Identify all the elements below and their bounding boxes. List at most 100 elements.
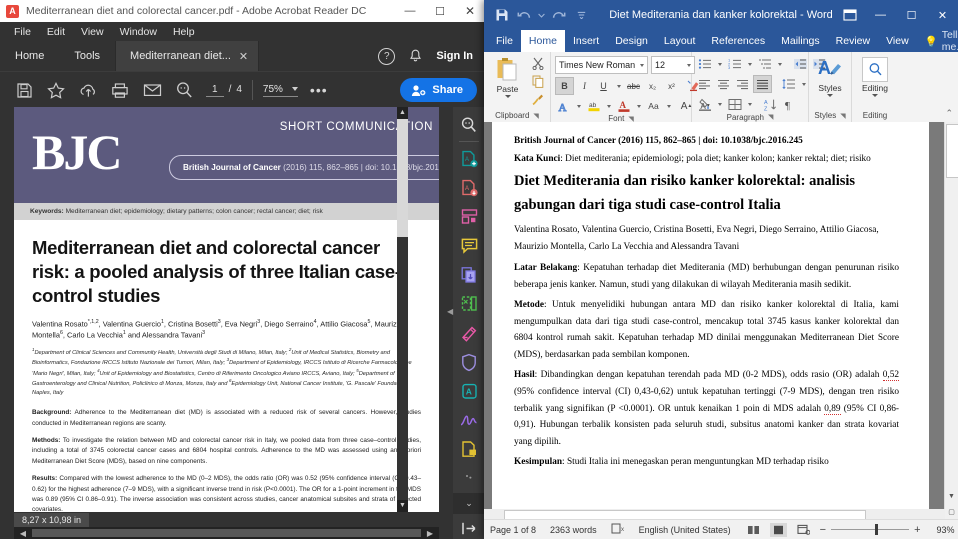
- maximize-button[interactable]: ☐: [896, 0, 927, 30]
- chevron-down-icon[interactable]: [775, 56, 784, 72]
- upload-to-cloud-icon[interactable]: [72, 75, 104, 105]
- collapse-ribbon-button[interactable]: ⌃: [945, 108, 953, 119]
- email-icon[interactable]: [136, 75, 168, 105]
- tell-me-search[interactable]: 💡 Tell me...: [917, 29, 958, 53]
- save-icon[interactable]: [491, 5, 512, 26]
- decrease-indent-icon[interactable]: [792, 56, 809, 72]
- paste-button[interactable]: Paste: [488, 55, 527, 98]
- underline-button[interactable]: U: [595, 78, 612, 94]
- add-to-favorites-icon[interactable]: [40, 75, 72, 105]
- read-mode-icon[interactable]: [745, 523, 762, 537]
- menu-item-window[interactable]: Window: [112, 26, 165, 38]
- customize-qat-icon[interactable]: [571, 5, 592, 26]
- sign-in-button[interactable]: Sign In: [436, 50, 473, 62]
- align-center-icon[interactable]: [715, 76, 732, 92]
- status-word-count[interactable]: 2363 words: [550, 525, 597, 535]
- scroll-down-icon[interactable]: ▼: [397, 500, 408, 512]
- underline-options-chevron-icon[interactable]: [614, 78, 623, 94]
- font-family-input[interactable]: Times New Roman: [555, 56, 648, 74]
- page-number-input[interactable]: 1: [206, 84, 224, 97]
- chevron-down-icon[interactable]: [715, 56, 724, 72]
- fill-and-sign-icon[interactable]: [455, 406, 483, 435]
- create-pdf-icon[interactable]: A: [455, 145, 483, 174]
- help-icon[interactable]: ?: [378, 47, 396, 65]
- tab-layout[interactable]: Layout: [656, 30, 704, 52]
- dialog-launcher-icon[interactable]: ◥: [533, 112, 538, 120]
- word-vertical-scrollbar[interactable]: ▼ ▢: [944, 122, 958, 520]
- collapse-rail-button[interactable]: ⌄: [453, 492, 485, 515]
- close-button[interactable]: ✕: [927, 0, 958, 30]
- italic-button[interactable]: I: [576, 78, 593, 94]
- status-page[interactable]: Page 1 of 8: [490, 525, 536, 535]
- expand-panel-button[interactable]: [453, 514, 485, 539]
- bell-icon[interactable]: [409, 49, 422, 63]
- chevron-down-icon[interactable]: [715, 96, 724, 112]
- tab-references[interactable]: References: [703, 30, 773, 52]
- font-size-input[interactable]: 12: [651, 56, 695, 74]
- share-button[interactable]: Share: [400, 78, 477, 102]
- search-tool-icon[interactable]: [455, 111, 483, 140]
- chevron-down-icon[interactable]: [574, 98, 583, 114]
- select-browse-object-icon[interactable]: ▢: [945, 505, 958, 520]
- menu-item-edit[interactable]: Edit: [39, 26, 73, 38]
- line-spacing-icon[interactable]: [780, 76, 797, 92]
- change-case-button[interactable]: Aa: [645, 98, 662, 114]
- tab-review[interactable]: Review: [828, 30, 878, 52]
- chevron-down-icon[interactable]: [504, 95, 511, 98]
- dialog-launcher-icon[interactable]: ◥: [768, 113, 773, 121]
- undo-icon[interactable]: [514, 5, 535, 26]
- pdf-page[interactable]: SHORT COMMUNICATION BJC British Journal …: [14, 107, 439, 512]
- word-page[interactable]: British Journal of Cancer (2016) 115, 86…: [492, 122, 929, 520]
- pdf-scroll-track[interactable]: [397, 237, 408, 500]
- shading-icon[interactable]: [696, 96, 713, 112]
- more-tools-icon[interactable]: [455, 464, 483, 493]
- chevron-down-icon[interactable]: [664, 98, 673, 114]
- adobe-sign-icon[interactable]: A: [455, 377, 483, 406]
- chevron-down-icon[interactable]: [872, 94, 878, 97]
- redo-icon[interactable]: [548, 5, 569, 26]
- combine-files-icon[interactable]: [455, 261, 483, 290]
- editing-button[interactable]: Editing: [856, 55, 894, 97]
- tab-document[interactable]: Mediterranean diet... ✕: [115, 41, 260, 71]
- copy-icon[interactable]: [529, 73, 546, 89]
- search-icon[interactable]: [168, 75, 200, 105]
- chevron-down-icon[interactable]: [634, 98, 643, 114]
- print-layout-icon[interactable]: [769, 522, 787, 537]
- chevron-down-icon[interactable]: [745, 96, 754, 112]
- zoom-track[interactable]: [831, 524, 910, 535]
- zoom-slider[interactable]: − +: [820, 524, 921, 536]
- chevron-down-icon[interactable]: [537, 5, 546, 26]
- tab-insert[interactable]: Insert: [565, 30, 607, 52]
- tab-tools[interactable]: Tools: [59, 41, 115, 71]
- styles-button[interactable]: A Styles: [813, 55, 847, 97]
- justify-icon[interactable]: [753, 75, 772, 93]
- tab-file[interactable]: File: [488, 30, 521, 52]
- borders-icon[interactable]: [726, 96, 743, 112]
- menu-item-help[interactable]: Help: [165, 26, 203, 38]
- multilevel-list-icon[interactable]: [756, 56, 773, 72]
- align-left-icon[interactable]: [696, 76, 713, 92]
- ribbon-display-options-icon[interactable]: [834, 0, 865, 30]
- zoom-knob[interactable]: [875, 524, 879, 535]
- edit-pdf-icon[interactable]: [455, 319, 483, 348]
- zoom-out-button[interactable]: −: [820, 524, 826, 536]
- chevron-down-icon[interactable]: [604, 98, 613, 114]
- chevron-down-icon[interactable]: [827, 94, 833, 97]
- web-layout-icon[interactable]: [795, 523, 812, 537]
- scroll-left-icon[interactable]: ◀: [14, 529, 32, 538]
- chevron-down-icon[interactable]: [799, 76, 808, 92]
- chevron-down-icon[interactable]: [687, 63, 691, 67]
- proofing-errors-icon[interactable]: x: [611, 523, 625, 536]
- stamp-icon[interactable]: [455, 435, 483, 464]
- close-icon[interactable]: ✕: [239, 50, 248, 63]
- pdf-horizontal-scrollbar[interactable]: ◀ ▶: [14, 527, 439, 539]
- bold-button[interactable]: B: [555, 77, 574, 95]
- chevron-down-icon[interactable]: [291, 87, 298, 91]
- scroll-up-icon[interactable]: ▲: [397, 107, 408, 119]
- zoom-in-button[interactable]: +: [914, 524, 920, 536]
- tab-home[interactable]: Home: [520, 30, 565, 52]
- export-pdf-icon[interactable]: A: [455, 174, 483, 203]
- pdf-hscroll-thumb[interactable]: [32, 529, 421, 537]
- tab-mailings[interactable]: Mailings: [773, 30, 828, 52]
- sort-icon[interactable]: AZ: [762, 96, 779, 112]
